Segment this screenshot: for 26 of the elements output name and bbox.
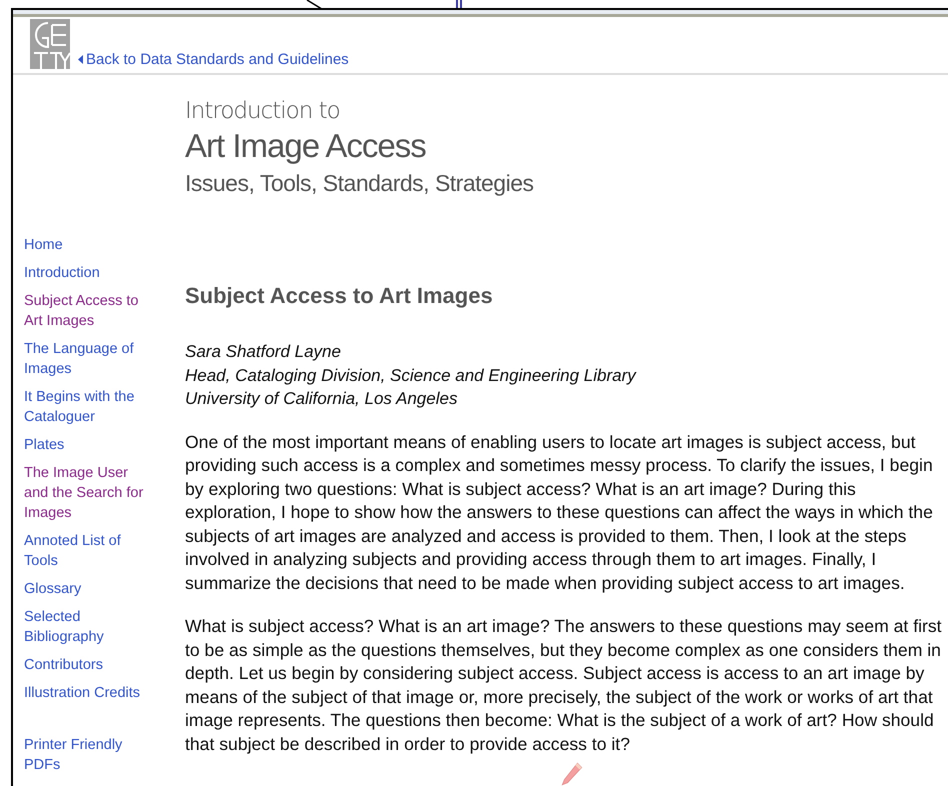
sidebar-link[interactable]: The Language of Images [24, 339, 146, 379]
article-heading: Subject Access to Art Images [185, 283, 494, 309]
author-line: University of California, Los Angeles [185, 388, 458, 410]
sidebar-link[interactable]: Printer Friendly PDFs [24, 735, 146, 775]
sidebar-link[interactable]: Introduction [24, 263, 146, 283]
logo-icon [30, 19, 70, 69]
sidebar-link[interactable]: Contributors [24, 655, 146, 675]
author-line: Head, Cataloging Division, Science and Engineering Library [185, 364, 638, 386]
paragraph: One of the most important means of enabling users to locate art images is subject access, but providing such access is a complex and sometimes messy process. To clarify the issues, I begin by exploring two questions: What is subject access? What is an art image? During this exploration, I hope to show how the answers to these questions can affect the ways in which the subjects of art images are analyzed and access is provided to them. Then, I look at the steps involved in analyzing subjects and providing access through them to art images. Finally, I summarize the decisions that need to be made when providing subject access to art images. [185, 430, 934, 595]
author-line: Sara Shatford Layne [185, 341, 342, 363]
site-subtitle: Issues, Tools, Standards, Strategies [185, 169, 534, 198]
sidebar-link[interactable]: Annoted List of Tools [24, 531, 146, 571]
back-link[interactable]: Back to Data Standards and Guidelines [78, 51, 349, 68]
pencil-cursor-icon [560, 762, 584, 786]
back-triangle-icon [78, 55, 83, 64]
sidebar-link[interactable]: Home [24, 235, 146, 255]
paragraph: What is subject access? What is an art image? The answers to these questions may seem at first to be as simple as the questions themselves, but they become complex as one considers them in depth. Let us begin by considering subject access. Subject access is access to an art image by means of the subject of that image or, more precisely, the subject of the work or works of art that image represents. The questions then become: What is the subject of a work of art? How should that subject be described in order to provide access to it? [185, 615, 943, 756]
sidebar-link[interactable]: Glossary [24, 579, 146, 599]
sidebar-link[interactable]: Illustration Credits [24, 683, 146, 703]
site-title: Art Image Access [185, 126, 427, 166]
title-kicker: Introduction to [185, 97, 341, 125]
sidebar-link[interactable]: The Image User and the Search for Images [24, 463, 146, 523]
sidebar-link[interactable]: Plates [24, 435, 146, 455]
sidebar-link[interactable]: Subject Access to Art Images [24, 291, 146, 331]
sidebar-link[interactable]: It Begins with the Cataloguer [24, 387, 146, 427]
sidebar-link[interactable]: Selected Bibliography [24, 607, 146, 647]
